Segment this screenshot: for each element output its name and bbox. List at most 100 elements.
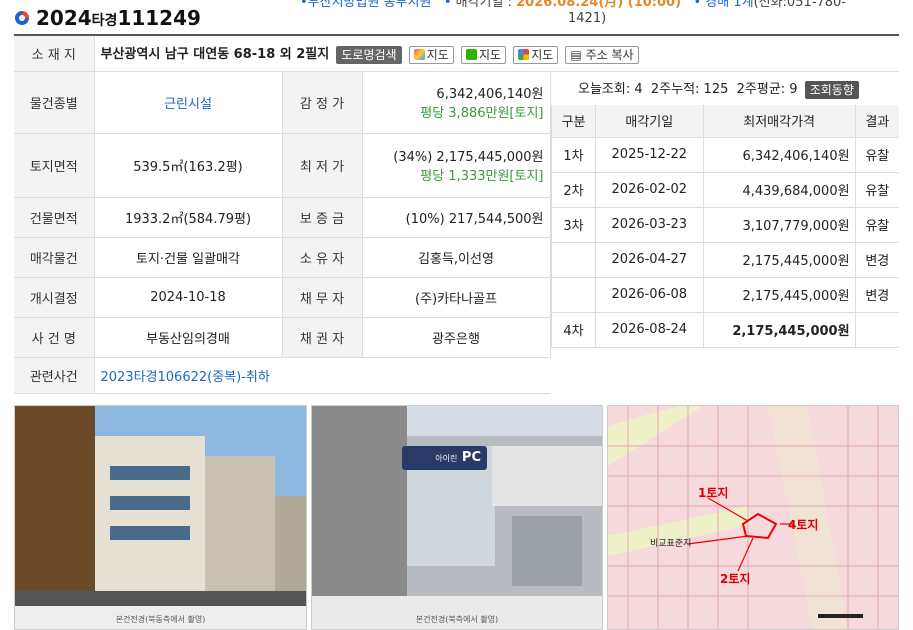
map-daum-button[interactable]: 지도 (408, 45, 454, 64)
daum-icon (413, 48, 425, 60)
photo-1-caption: 본건전경(북동측에서 촬영) (115, 615, 206, 624)
history-round: 2차 (551, 172, 596, 208)
appraisal-value: 6,342,406,140원 (436, 87, 544, 102)
appraisal-label: 감 정 가 (282, 71, 363, 134)
history-result (854, 312, 899, 348)
history-date: 2026-08-24 (594, 312, 704, 348)
naver-icon (465, 48, 477, 60)
today-views: 오늘조회: 4 (578, 82, 643, 97)
min-price-label: 최 저 가 (282, 133, 363, 198)
history-result: 변경 (854, 242, 899, 278)
history-col-date: 매각기일 (594, 105, 704, 138)
type-label: 물건종별 (14, 71, 95, 134)
road-search-button[interactable]: 도로명검색 (336, 45, 402, 64)
history-result: 유찰 (854, 207, 899, 243)
history-price: 2,175,445,000원 (702, 277, 856, 313)
history-result: 유찰 (854, 172, 899, 208)
history-row: 4차 2026-08-24 2,175,445,000원 (551, 312, 899, 348)
history-price: 2,175,445,000원 (702, 312, 856, 348)
history-date: 2026-02-02 (594, 172, 704, 208)
history-price: 3,107,779,000원 (702, 207, 856, 243)
deposit-value: (10%) 217,544,500원 (362, 197, 551, 238)
history-round (551, 242, 596, 278)
history-price: 4,439,684,000원 (702, 172, 856, 208)
photo-2[interactable]: 아이린 PC 본건전경(북측에서 촬영) (311, 405, 603, 630)
history-row: 2026-06-08 2,175,445,000원 변경 (551, 277, 899, 313)
history-col-price: 최저매각가격 (702, 105, 856, 138)
photo-2-caption: 본건전경(북측에서 촬영) (415, 615, 499, 624)
view-trend-button[interactable]: 조회동향 (804, 80, 859, 99)
history-result: 변경 (854, 277, 899, 313)
sale-item-value: 토지·건물 일괄매각 (94, 237, 283, 278)
court-name: 부산지방법원 동부지원 (307, 0, 432, 10)
history-date: 2026-06-08 (594, 277, 704, 313)
history-result: 유찰 (854, 137, 899, 173)
owner-label: 소 유 자 (282, 237, 363, 278)
debtor-value: (주)카타나골프 (362, 277, 551, 318)
site-logo-icon (15, 11, 29, 25)
history-round: 1차 (551, 137, 596, 173)
address-value: 부산광역시 남구 대연동 68-18 외 2필지 (100, 47, 330, 62)
two-week-views: 2주누적: 125 (650, 82, 729, 97)
header: 2024타경111249 •부산지방법원 동부지원 • 매각기일 : 2026.… (0, 0, 913, 34)
creditor-value: 광주은행 (362, 317, 551, 358)
start-date-value: 2024-10-18 (94, 277, 283, 318)
history-col-result: 결과 (854, 105, 899, 138)
related-case-label: 관련사건 (14, 357, 95, 394)
history-round: 4차 (551, 312, 596, 348)
history-date: 2025-12-22 (594, 137, 704, 173)
auction-history-table: 구분 매각기일 최저매각가격 결과 1차 2025-12-22 6,342,406,… (551, 105, 899, 348)
land-area-value: 539.5㎡(163.2평) (94, 133, 283, 198)
view-stats: 오늘조회: 4 2주누적: 125 2주평균: 9 조회동향 (578, 78, 859, 99)
history-price: 2,175,445,000원 (702, 242, 856, 278)
deposit-label: 보 증 금 (282, 197, 363, 238)
history-round: 3차 (551, 207, 596, 243)
history-date: 2026-03-23 (594, 207, 704, 243)
map-label-land4: 4토지 (788, 518, 819, 532)
case-name-value: 부동산임의경매 (94, 317, 283, 358)
photo-1[interactable]: 본건전경(북동측에서 촬영) (14, 405, 307, 630)
map-image[interactable]: 1토지 4토지 2토지 비교표준지 (607, 405, 899, 630)
pc-sign: 아이린 PC (402, 446, 487, 470)
min-price-value: (34%) 2,175,445,000원 (393, 150, 544, 165)
map-label-land1: 1토지 (698, 486, 729, 500)
address-label: 소 재 지 (14, 35, 95, 72)
land-area-label: 토지면적 (14, 133, 95, 198)
history-row: 1차 2025-12-22 6,342,406,140원 유찰 (551, 137, 899, 173)
debtor-label: 채 무 자 (282, 277, 363, 318)
history-row: 3차 2026-03-23 3,107,779,000원 유찰 (551, 207, 899, 243)
sale-item-label: 매각물건 (14, 237, 95, 278)
copy-address-button[interactable]: ▤ 주소 복사 (565, 45, 639, 64)
map-naver-button[interactable]: 지도 (460, 45, 507, 64)
history-row: 2026-04-27 2,175,445,000원 변경 (551, 242, 899, 278)
building-area-label: 건물면적 (14, 197, 95, 238)
history-price: 6,342,406,140원 (702, 137, 856, 173)
map-label-land2: 2토지 (720, 572, 751, 586)
min-price-cell: (34%) 2,175,445,000원 평당 1,333만원[토지] (362, 133, 551, 198)
type-value[interactable]: 근린시설 (94, 71, 283, 134)
appraisal-cell: 6,342,406,140원 평당 3,886만원[토지] (362, 71, 551, 134)
appraisal-per-pyeong: 평당 3,886만원[토지] (420, 106, 544, 121)
avg-views: 2주평균: 9 (736, 82, 798, 97)
history-col-round: 구분 (551, 105, 596, 138)
google-icon (518, 48, 530, 60)
related-case-link[interactable]: 2023타경106622(중복)-취하 (94, 357, 550, 394)
case-name-label: 사 건 명 (14, 317, 95, 358)
phone-cont: 1421) (568, 11, 607, 26)
creditor-label: 채 권 자 (282, 317, 363, 358)
case-number: 2024타경111249 (36, 6, 201, 30)
history-row: 2차 2026-02-02 4,439,684,000원 유찰 (551, 172, 899, 208)
copy-icon: ▤ (570, 47, 582, 62)
map-google-button[interactable]: 지도 (513, 45, 559, 64)
building-photo-1 (15, 406, 306, 629)
history-header-row: 구분 매각기일 최저매각가격 결과 (551, 105, 899, 138)
history-date: 2026-04-27 (594, 242, 704, 278)
history-round (551, 277, 596, 313)
min-price-per-pyeong: 평당 1,333만원[토지] (420, 169, 544, 184)
start-date-label: 개시결정 (14, 277, 95, 318)
dept-name[interactable]: 경매 1계 (705, 0, 753, 10)
address-cell: 부산광역시 남구 대연동 68-18 외 2필지 도로명검색 지도 지도 지도 … (94, 35, 899, 72)
auction-date: 2026.08.24(月) (10:00) (516, 0, 682, 10)
owner-value: 김홍득,이선영 (362, 237, 551, 278)
building-photo-2 (312, 406, 602, 629)
